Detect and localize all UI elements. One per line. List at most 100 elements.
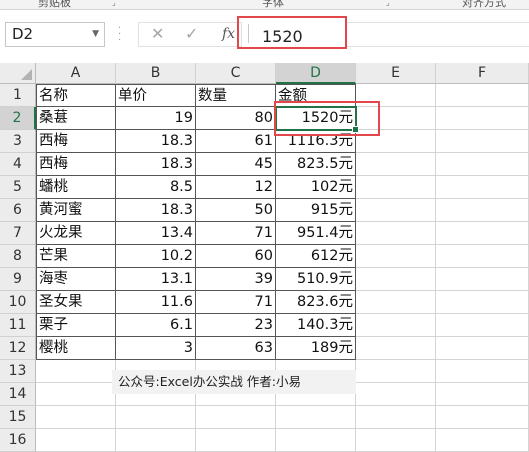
cell-b6[interactable]: 18.3	[116, 199, 196, 222]
cell-b4[interactable]: 18.3	[116, 153, 196, 176]
cell-f8[interactable]	[436, 245, 529, 268]
clipboard-launcher-icon[interactable]: ⌟	[112, 0, 116, 7]
row-header-15[interactable]: 15	[0, 406, 36, 429]
cell-f1[interactable]	[436, 84, 529, 107]
cell-e16[interactable]	[356, 429, 436, 452]
cell-d9[interactable]: 510.9元	[276, 268, 356, 291]
ribbon-group-alignment[interactable]: 对齐方式	[462, 0, 506, 9]
cell-c5[interactable]: 12	[196, 176, 276, 199]
cell-a12[interactable]: 樱桃	[36, 337, 116, 360]
row-header-16[interactable]: 16	[0, 429, 36, 452]
cell-c1[interactable]: 数量	[196, 84, 276, 107]
cell-c8[interactable]: 60	[196, 245, 276, 268]
cell-e12[interactable]	[356, 337, 436, 360]
cell-d16[interactable]	[276, 429, 356, 452]
cell-b8[interactable]: 10.2	[116, 245, 196, 268]
column-header-f[interactable]: F	[436, 63, 529, 84]
cell-d11[interactable]: 140.3元	[276, 314, 356, 337]
cell-f9[interactable]	[436, 268, 529, 291]
cell-c11[interactable]: 23	[196, 314, 276, 337]
cell-e6[interactable]	[356, 199, 436, 222]
cell-a7[interactable]: 火龙果	[36, 222, 116, 245]
row-header-11[interactable]: 11	[0, 314, 36, 337]
cell-f15[interactable]	[436, 406, 529, 429]
cell-b11[interactable]: 6.1	[116, 314, 196, 337]
row-header-12[interactable]: 12	[0, 337, 36, 360]
row-header-9[interactable]: 9	[0, 268, 36, 291]
column-header-c[interactable]: C	[196, 63, 276, 84]
cell-e14[interactable]	[356, 383, 436, 406]
cell-b3[interactable]: 18.3	[116, 130, 196, 153]
formula-input-area[interactable]	[347, 22, 529, 47]
cell-c16[interactable]	[196, 429, 276, 452]
formula-bar-grip-icon[interactable]: · · ·	[118, 24, 122, 46]
cell-c7[interactable]: 71	[196, 222, 276, 245]
row-header-10[interactable]: 10	[0, 291, 36, 314]
cell-b2[interactable]: 19	[116, 107, 196, 130]
cell-f5[interactable]	[436, 176, 529, 199]
ribbon-group-font[interactable]: 字体	[262, 0, 284, 9]
cell-f16[interactable]	[436, 429, 529, 452]
cell-d4[interactable]: 823.5元	[276, 153, 356, 176]
cell-d7[interactable]: 951.4元	[276, 222, 356, 245]
cell-c2[interactable]: 80	[196, 107, 276, 130]
cell-f11[interactable]	[436, 314, 529, 337]
cell-e11[interactable]	[356, 314, 436, 337]
cell-a11[interactable]: 栗子	[36, 314, 116, 337]
cell-c3[interactable]: 61	[196, 130, 276, 153]
cell-b12[interactable]: 3	[116, 337, 196, 360]
cell-a13[interactable]	[36, 360, 116, 383]
cell-a5[interactable]: 蟠桃	[36, 176, 116, 199]
cell-f12[interactable]	[436, 337, 529, 360]
cell-e13[interactable]	[356, 360, 436, 383]
cell-c4[interactable]: 45	[196, 153, 276, 176]
cell-e4[interactable]	[356, 153, 436, 176]
cell-f3[interactable]	[436, 130, 529, 153]
row-header-5[interactable]: 5	[0, 176, 36, 199]
cell-b15[interactable]	[116, 406, 196, 429]
cell-a1[interactable]: 名称	[36, 84, 116, 107]
row-header-6[interactable]: 6	[0, 199, 36, 222]
cell-a16[interactable]	[36, 429, 116, 452]
cell-d15[interactable]	[276, 406, 356, 429]
row-header-8[interactable]: 8	[0, 245, 36, 268]
cell-f4[interactable]	[436, 153, 529, 176]
cell-a2[interactable]: 桑葚	[36, 107, 116, 130]
cell-b9[interactable]: 13.1	[116, 268, 196, 291]
cell-b16[interactable]	[116, 429, 196, 452]
cell-a10[interactable]: 圣女果	[36, 291, 116, 314]
cancel-icon[interactable]: ✕	[151, 24, 164, 43]
cell-e5[interactable]	[356, 176, 436, 199]
select-all-button[interactable]	[0, 63, 36, 84]
cell-c12[interactable]: 63	[196, 337, 276, 360]
cell-e8[interactable]	[356, 245, 436, 268]
cell-a3[interactable]: 西梅	[36, 130, 116, 153]
cell-f13[interactable]	[436, 360, 529, 383]
row-header-3[interactable]: 3	[0, 130, 36, 153]
enter-icon[interactable]: ✓	[185, 24, 198, 43]
ribbon-group-clipboard[interactable]: 剪贴板	[38, 0, 71, 9]
row-header-14[interactable]: 14	[0, 383, 36, 406]
cell-e7[interactable]	[356, 222, 436, 245]
row-header-13[interactable]: 13	[0, 360, 36, 383]
column-header-d[interactable]: D	[276, 63, 356, 84]
row-header-4[interactable]: 4	[0, 153, 36, 176]
cell-d12[interactable]: 189元	[276, 337, 356, 360]
cell-a14[interactable]	[36, 383, 116, 406]
cell-e9[interactable]	[356, 268, 436, 291]
cell-a6[interactable]: 黄河蜜	[36, 199, 116, 222]
cell-b1[interactable]: 单价	[116, 84, 196, 107]
cell-e10[interactable]	[356, 291, 436, 314]
cell-b10[interactable]: 11.6	[116, 291, 196, 314]
cell-f7[interactable]	[436, 222, 529, 245]
cell-a9[interactable]: 海枣	[36, 268, 116, 291]
cell-b5[interactable]: 8.5	[116, 176, 196, 199]
cell-d10[interactable]: 823.6元	[276, 291, 356, 314]
cell-c15[interactable]	[196, 406, 276, 429]
chevron-down-icon[interactable]: ▼	[92, 23, 99, 46]
cell-e15[interactable]	[356, 406, 436, 429]
cell-d5[interactable]: 102元	[276, 176, 356, 199]
row-header-2[interactable]: 2	[0, 107, 36, 130]
cell-f10[interactable]	[436, 291, 529, 314]
cell-d8[interactable]: 612元	[276, 245, 356, 268]
